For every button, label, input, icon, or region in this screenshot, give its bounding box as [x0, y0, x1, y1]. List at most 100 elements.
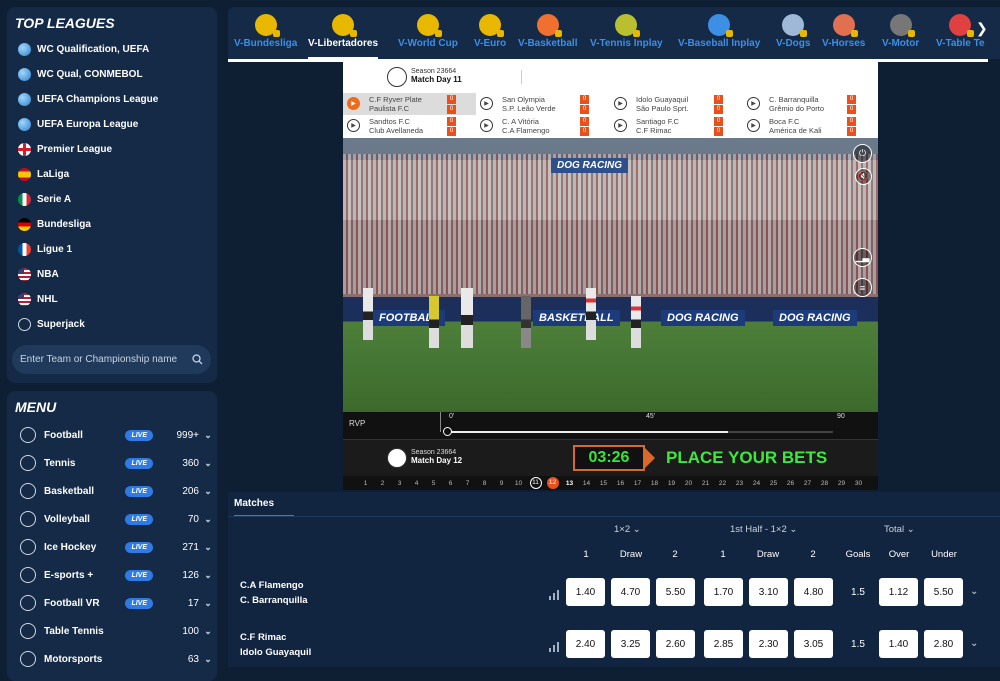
tab-virtual-sport[interactable]: V-Basketball: [518, 7, 577, 59]
matchday-number[interactable]: 14: [578, 480, 595, 487]
matchday-number[interactable]: 15: [595, 480, 612, 487]
search-input[interactable]: Enter Team or Championship name: [12, 345, 211, 374]
matchday-number[interactable]: 24: [748, 480, 765, 487]
matchday-number[interactable]: 21: [697, 480, 714, 487]
stats-bars-icon[interactable]: [549, 639, 559, 652]
matchday-number[interactable]: 26: [782, 480, 799, 487]
result-item[interactable]: ▶ C. Barranquilla Grêmio do Porto 0 0: [743, 93, 876, 115]
matchday-number[interactable]: 22: [714, 480, 731, 487]
tab-virtual-sport[interactable]: V-Tennis Inplay: [590, 7, 663, 59]
chevron-down-icon[interactable]: ⌄: [970, 638, 978, 649]
sidebar-item-sport[interactable]: Tennis LIVE 360 ⌄: [7, 449, 217, 477]
mute-icon[interactable]: 🔇: [855, 168, 872, 185]
league-item[interactable]: Bundesliga: [7, 212, 217, 237]
league-item[interactable]: NBA: [7, 262, 217, 287]
matchday-number[interactable]: 8: [476, 480, 493, 487]
matchday-number[interactable]: 5: [425, 480, 442, 487]
matchday-number[interactable]: 18: [646, 480, 663, 487]
over-odds-button[interactable]: 1.12: [879, 578, 918, 606]
play-icon[interactable]: ▶: [747, 97, 760, 110]
league-item[interactable]: Superjack: [7, 312, 217, 337]
matchday-number[interactable]: 20: [680, 480, 697, 487]
matchday-number[interactable]: 2: [374, 480, 391, 487]
matchday-number[interactable]: 23: [731, 480, 748, 487]
matchday-number[interactable]: 9: [493, 480, 510, 487]
league-item[interactable]: Serie A: [7, 187, 217, 212]
sidebar-item-sport[interactable]: Basketball LIVE 206 ⌄: [7, 477, 217, 505]
result-item[interactable]: ▶ Boca F.C América de Kali 0 0: [743, 115, 876, 137]
odds-button[interactable]: 3.05: [794, 630, 833, 658]
tab-virtual-sport[interactable]: V-Dogs: [776, 7, 810, 59]
odds-button[interactable]: 4.70: [611, 578, 650, 606]
match-teams[interactable]: C.F Rimac Idolo Guayaquil: [240, 630, 311, 660]
sidebar-item-sport[interactable]: Motorsports 63 ⌄: [7, 645, 217, 673]
tab-virtual-sport[interactable]: V-World Cup: [398, 7, 458, 59]
odds-button[interactable]: 1.70: [704, 578, 743, 606]
sidebar-item-sport[interactable]: Volleyball LIVE 70 ⌄: [7, 505, 217, 533]
league-item[interactable]: UEFA Europa League: [7, 112, 217, 137]
tab-matches[interactable]: Matches: [234, 498, 295, 517]
play-icon[interactable]: ▶: [614, 119, 627, 132]
odds-button[interactable]: 3.10: [749, 578, 788, 606]
odds-button[interactable]: 2.30: [749, 630, 788, 658]
play-icon[interactable]: ▶: [480, 97, 493, 110]
league-item[interactable]: WC Qual, CONMEBOL: [7, 62, 217, 87]
chevron-right-icon[interactable]: ❯: [976, 20, 988, 37]
matchday-number[interactable]: 1: [357, 480, 374, 487]
under-odds-button[interactable]: 5.50: [924, 578, 963, 606]
under-odds-button[interactable]: 2.80: [924, 630, 963, 658]
over-odds-button[interactable]: 1.40: [879, 630, 918, 658]
tab-virtual-sport[interactable]: V-Horses: [822, 7, 865, 59]
sidebar-item-sport[interactable]: E-sports + LIVE 126 ⌄: [7, 561, 217, 589]
tab-virtual-sport[interactable]: V-Euro: [474, 7, 506, 59]
odds-button[interactable]: 2.60: [656, 630, 695, 658]
sidebar-item-sport[interactable]: Ice Hockey LIVE 271 ⌄: [7, 533, 217, 561]
matchday-number[interactable]: 12: [546, 477, 559, 489]
stats-bars-icon[interactable]: [549, 587, 559, 600]
matchday-number[interactable]: 30: [850, 480, 867, 487]
matchday-number[interactable]: 25: [765, 480, 782, 487]
stats-icon[interactable]: ▁▃: [853, 248, 872, 267]
tab-virtual-sport[interactable]: V-Libertadores: [308, 7, 379, 59]
sidebar-item-sport[interactable]: Table Tennis 100 ⌄: [7, 617, 217, 645]
league-item[interactable]: NHL: [7, 287, 217, 312]
league-item[interactable]: LaLiga: [7, 162, 217, 187]
matchday-number[interactable]: 16: [612, 480, 629, 487]
league-item[interactable]: UEFA Champions League: [7, 87, 217, 112]
matchday-number[interactable]: 27: [799, 480, 816, 487]
matchday-number[interactable]: 29: [833, 480, 850, 487]
odds-button[interactable]: 1.40: [566, 578, 605, 606]
result-item[interactable]: ▶ San Olympia S.P. Leão Verde 0 0: [476, 93, 609, 115]
odds-button[interactable]: 5.50: [656, 578, 695, 606]
play-icon[interactable]: ▶: [347, 97, 360, 110]
market-header-total[interactable]: Total ⌄: [884, 524, 915, 535]
odds-button[interactable]: 2.40: [566, 630, 605, 658]
matchday-number[interactable]: 19: [663, 480, 680, 487]
power-icon[interactable]: ⏻: [853, 144, 872, 163]
tab-virtual-sport[interactable]: V-Bundesliga: [234, 7, 297, 59]
list-icon[interactable]: ≡: [853, 278, 872, 297]
play-icon[interactable]: ▶: [480, 119, 493, 132]
sidebar-item-sport[interactable]: Football VR LIVE 17 ⌄: [7, 589, 217, 617]
league-item[interactable]: WC Qualification, UEFA: [7, 37, 217, 62]
matchday-number[interactable]: 11: [529, 477, 542, 489]
matchday-number[interactable]: 7: [459, 480, 476, 487]
matchday-number[interactable]: 10: [510, 480, 527, 487]
odds-button[interactable]: 4.80: [794, 578, 833, 606]
matchday-number[interactable]: 3: [391, 480, 408, 487]
matchday-number[interactable]: 6: [442, 480, 459, 487]
chevron-down-icon[interactable]: ⌄: [970, 586, 978, 597]
play-icon[interactable]: ▶: [614, 97, 627, 110]
league-item[interactable]: Premier League: [7, 137, 217, 162]
matchday-number[interactable]: 4: [408, 480, 425, 487]
tab-virtual-sport[interactable]: V-Motor: [882, 7, 919, 59]
matchday-number[interactable]: 13: [561, 480, 578, 487]
sidebar-item-sport[interactable]: Football LIVE 999+ ⌄: [7, 421, 217, 449]
tab-virtual-sport[interactable]: V-Baseball Inplay: [678, 7, 760, 59]
play-icon[interactable]: ▶: [747, 119, 760, 132]
market-header-half[interactable]: 1st Half - 1×2 ⌄: [730, 524, 797, 535]
odds-button[interactable]: 3.25: [611, 630, 650, 658]
matchday-number[interactable]: 28: [816, 480, 833, 487]
matchday-number[interactable]: 17: [629, 480, 646, 487]
league-item[interactable]: Ligue 1: [7, 237, 217, 262]
